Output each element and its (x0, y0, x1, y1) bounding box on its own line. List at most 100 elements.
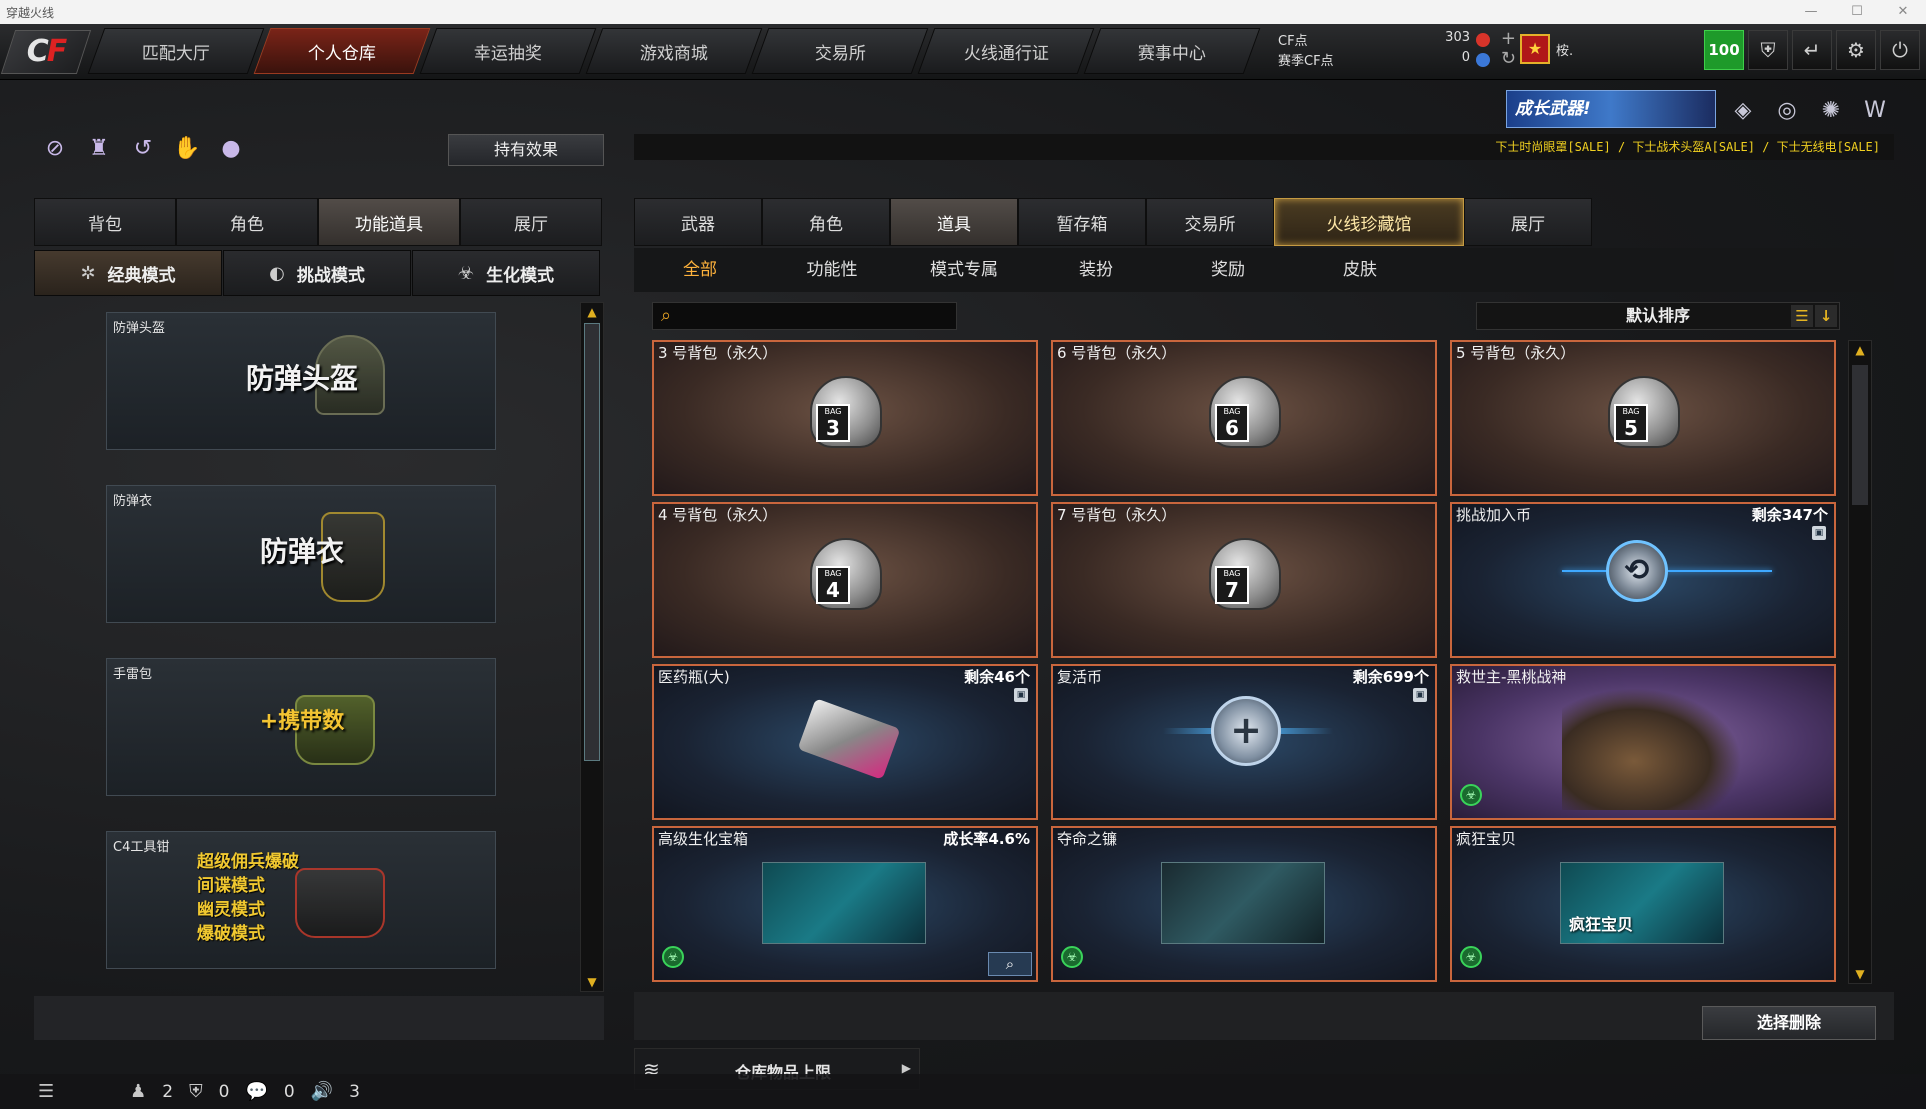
item-card[interactable]: 高级生化宝箱 成长率4.6% ☣ ⌕ (652, 826, 1038, 982)
star-icon: ✲ (80, 262, 96, 284)
gear-icon[interactable]: ⚙ (1836, 30, 1876, 70)
item-card[interactable]: 3 号背包（永久） BAG 3 (652, 340, 1038, 496)
shield-icon[interactable]: ⛨ (1748, 30, 1788, 70)
close-icon[interactable]: ✕ (1880, 0, 1926, 24)
character-portrait (1562, 688, 1742, 810)
grenade-icon[interactable]: ● (214, 132, 248, 166)
nav-tab-lucky-draw[interactable]: 幸运抽奖 (419, 28, 597, 74)
item-card[interactable]: 6 号背包（永久） BAG 6 (1051, 340, 1437, 496)
expand-arrow-icon[interactable]: ▶ (902, 1061, 911, 1075)
add-icon[interactable]: + (1501, 28, 1516, 49)
tab-weapons[interactable]: 武器 (634, 198, 762, 246)
player-level[interactable]: 100 (1704, 30, 1744, 70)
search-icon[interactable]: ⌕ (661, 305, 671, 326)
tab-showroom[interactable]: 展厅 (1464, 198, 1592, 246)
tab-backpack[interactable]: 背包 (34, 198, 176, 246)
item-grenade-pack[interactable]: 手雷包 +携带数 (106, 658, 496, 796)
hold-effects-button[interactable]: 持有效果 (448, 134, 604, 166)
main-nav: 匹配大厅 个人仓库 幸运抽奖 游戏商城 交易所 火线通行证 赛事中心 (87, 28, 1261, 74)
nav-tab-event-center[interactable]: 赛事中心 (1083, 28, 1261, 74)
scroll-down-icon[interactable]: ▼ (1849, 965, 1871, 983)
growth-rate: 成长率4.6% (943, 830, 1030, 848)
power-icon[interactable]: ⏻ (1880, 30, 1920, 70)
c4-mode: 幽灵模式 (197, 900, 265, 920)
badge-wing-icon[interactable]: W (1858, 94, 1892, 128)
tab-collection-hall[interactable]: 火线珍藏馆 (1274, 198, 1464, 246)
scroll-up-icon[interactable]: ▲ (1849, 341, 1871, 359)
minimize-icon[interactable]: — (1788, 0, 1834, 24)
sort-dropdown[interactable]: 默认排序 ☰ ↓ (1476, 302, 1840, 330)
refresh-icon[interactable]: ↻ (1501, 48, 1516, 69)
filter-mode-exclusive[interactable]: 模式专属 (898, 248, 1030, 292)
speaker-icon[interactable]: 🔊 (311, 1081, 333, 1102)
filter-all[interactable]: 全部 (634, 248, 766, 292)
item-title: 手雷包 (113, 667, 153, 682)
currency-panel: CF点 303 + 赛季CF点 0 ↻ (1276, 28, 1516, 74)
mode-classic[interactable]: ✲ 经典模式 (34, 250, 222, 296)
bag-number: 3 (826, 416, 840, 440)
return-icon[interactable]: ↵ (1792, 30, 1832, 70)
nav-tab-game-store[interactable]: 游戏商城 (585, 28, 763, 74)
item-card[interactable]: 救世主-黑桃战神 ☣ (1450, 664, 1836, 820)
mode-challenge[interactable]: ◐ 挑战模式 (223, 250, 411, 296)
filter-rewards[interactable]: 奖励 (1162, 248, 1294, 292)
badge-shield-icon[interactable]: ◈ (1726, 94, 1760, 128)
tab-characters[interactable]: 角色 (762, 198, 890, 246)
cf-points-row: CF点 303 + (1276, 28, 1516, 50)
badge-globe-icon[interactable]: ◎ (1770, 94, 1804, 128)
tab-function-items[interactable]: 功能道具 (318, 198, 460, 246)
tab-exchange[interactable]: 交易所 (1146, 198, 1274, 246)
backpack-icon: BAG 4 (810, 538, 882, 610)
item-title: 防弹衣 (113, 494, 153, 509)
tab-temp-box[interactable]: 暂存箱 (1018, 198, 1146, 246)
chat-bubble-icon[interactable]: 💬 (245, 1081, 267, 1102)
filter-skins[interactable]: 皮肤 (1294, 248, 1426, 292)
friends-icon[interactable]: ♟ (130, 1081, 146, 1102)
search-input[interactable] (687, 303, 952, 329)
backpack-icon: BAG 7 (1209, 538, 1281, 610)
item-card[interactable]: 4 号背包（永久） BAG 4 (652, 502, 1038, 658)
item-card[interactable]: 挑战加入币 剩余347个 ▣ ⟲ (1450, 502, 1836, 658)
toggle-off-icon[interactable]: ⊘ (38, 132, 72, 166)
scroll-down-icon[interactable]: ▼ (581, 973, 603, 991)
zoom-icon[interactable]: ⌕ (988, 952, 1032, 976)
nav-tab-battle-pass[interactable]: 火线通行证 (917, 28, 1095, 74)
filter-functional[interactable]: 功能性 (766, 248, 898, 292)
scroll-thumb[interactable] (1852, 365, 1868, 505)
item-card[interactable]: 5 号背包（永久） BAG 5 (1450, 340, 1836, 496)
sort-order-icon[interactable]: ↓ (1815, 305, 1837, 327)
select-delete-button[interactable]: 选择删除 (1702, 1006, 1876, 1040)
badge-gear-icon[interactable]: ✺ (1814, 94, 1848, 128)
history-icon[interactable]: ↺ (126, 132, 160, 166)
c4-mode: 间谍模式 (197, 876, 265, 896)
item-card[interactable]: 夺命之镰 ☣ (1051, 826, 1437, 982)
list-view-icon[interactable]: ☰ (1791, 305, 1813, 327)
clan-shield-icon[interactable]: ⛨ (189, 1081, 203, 1102)
maximize-icon[interactable]: ☐ (1834, 0, 1880, 24)
trophy-icon[interactable]: ♜ (82, 132, 116, 166)
rank-star-icon[interactable]: ★ (1520, 34, 1550, 64)
filter-cosmetic[interactable]: 装扮 (1030, 248, 1162, 292)
item-vest[interactable]: 防弹衣 防弹衣 (106, 485, 496, 623)
nav-tab-personal-storage[interactable]: 个人仓库 (253, 28, 431, 74)
grid-scrollbar[interactable]: ▲ ▼ (1848, 340, 1872, 984)
scroll-up-icon[interactable]: ▲ (581, 303, 603, 321)
item-card[interactable]: 7 号背包（永久） BAG 7 (1051, 502, 1437, 658)
tab-items[interactable]: 道具 (890, 198, 1018, 246)
growth-weapon-banner[interactable]: 成长武器! (1506, 90, 1716, 128)
nav-tab-exchange[interactable]: 交易所 (751, 28, 929, 74)
item-card[interactable]: 疯狂宝贝 疯狂宝贝 ☣ (1450, 826, 1836, 982)
menu-icon[interactable]: ☰ (38, 1081, 54, 1102)
item-card[interactable]: 医药瓶(大) 剩余46个 ▣ (652, 664, 1038, 820)
scroll-thumb[interactable] (584, 323, 600, 761)
tab-character[interactable]: 角色 (176, 198, 318, 246)
item-card[interactable]: 复活币 剩余699个 ▣ + (1051, 664, 1437, 820)
tab-showroom[interactable]: 展厅 (460, 198, 602, 246)
left-footer (34, 996, 604, 1040)
nav-tab-match-lobby[interactable]: 匹配大厅 (87, 28, 265, 74)
mode-biohazard[interactable]: ☣ 生化模式 (412, 250, 600, 296)
hand-icon[interactable]: ✋ (170, 132, 204, 166)
item-c4-pliers[interactable]: C4工具钳 超级佣兵爆破 间谍模式 幽灵模式 爆破模式 (106, 831, 496, 969)
item-helmet[interactable]: 防弹头盔 防弹头盔 (106, 312, 496, 450)
left-scrollbar[interactable]: ▲ ▼ (580, 302, 604, 992)
